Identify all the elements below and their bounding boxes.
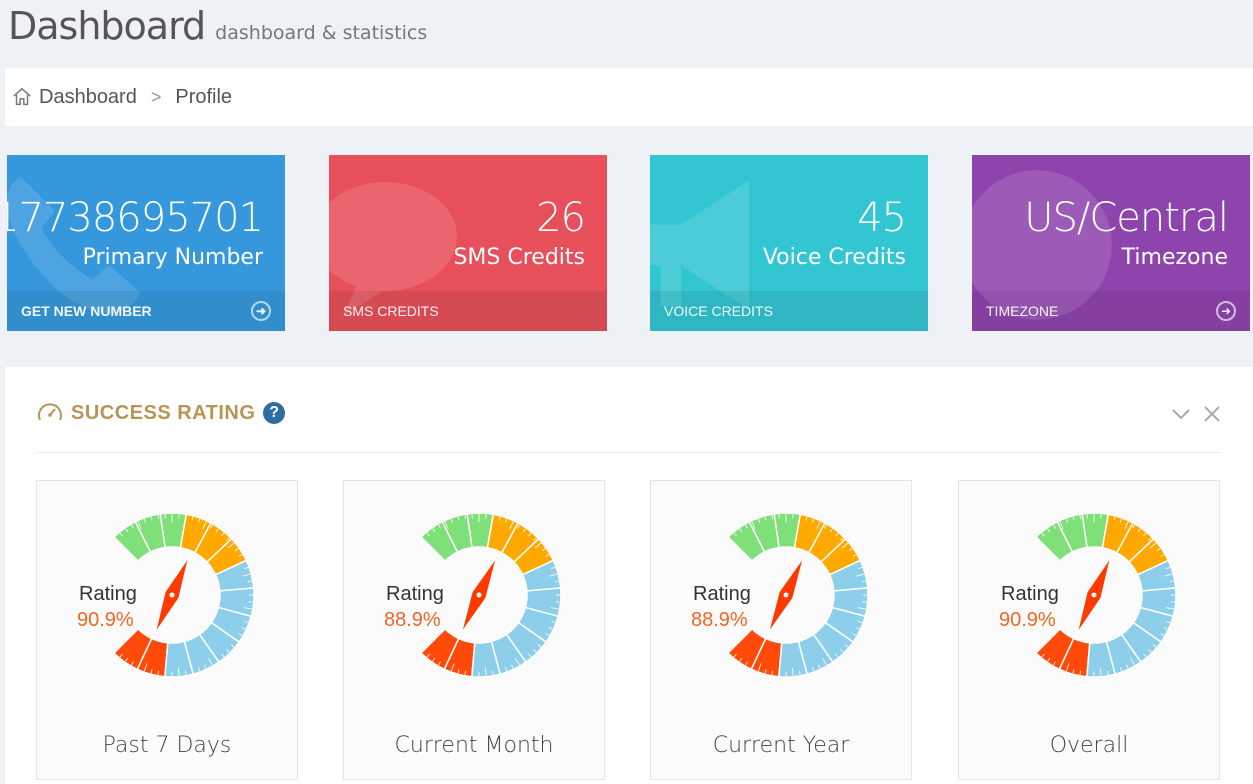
gauge-tick xyxy=(184,515,187,520)
rating-label: Rating xyxy=(386,583,444,605)
stat-number: 45 xyxy=(857,195,907,241)
rating-value: 88.9% xyxy=(691,609,748,631)
period-label: Overall xyxy=(1049,733,1129,758)
rating-label: Rating xyxy=(1001,583,1059,605)
gauge-tick xyxy=(791,667,794,676)
rating-value: 88.9% xyxy=(384,609,441,631)
gauge-tick xyxy=(1079,670,1082,675)
breadcrumb: Dashboard > Profile xyxy=(5,68,1253,126)
stat-card-timezone: US/Central Timezone TIMEZONE ➜ xyxy=(972,155,1250,331)
portlet-header: SUCCESS RATING ? xyxy=(36,397,1222,453)
gauge-tick xyxy=(554,580,559,583)
gauge-tick xyxy=(484,667,487,676)
stat-description: Primary Number xyxy=(82,245,263,270)
gauge-tick xyxy=(1079,515,1082,520)
gauge-tick xyxy=(491,515,494,520)
rating-label: Rating xyxy=(693,583,751,605)
portlet-title: SUCCESS RATING xyxy=(71,401,256,424)
gauge-tick xyxy=(464,670,467,675)
gauge-tick xyxy=(798,515,801,520)
gauge-needle-pivot xyxy=(476,592,482,598)
stat-number: 26 xyxy=(536,195,586,241)
stat-link-label: GET NEW NUMBER xyxy=(21,303,152,319)
gauge-needle-pivot xyxy=(1091,592,1097,598)
gauge-tick xyxy=(157,670,160,675)
gauge-tick xyxy=(1106,670,1109,675)
rating-label: Rating xyxy=(79,583,137,605)
gauge-tick xyxy=(247,580,252,583)
portlet-tools xyxy=(1170,403,1222,425)
get-new-number-link[interactable]: GET NEW NUMBER ➜ xyxy=(7,291,285,331)
stat-link-label: SMS CREDITS xyxy=(343,303,439,319)
stat-description: Voice Credits xyxy=(762,245,906,270)
gauge-card-overall: Rating 90.9% Overall xyxy=(958,480,1220,780)
gauge-card-past-7-days: Rating 90.9% Past 7 Days xyxy=(36,480,298,780)
period-label: Current Year xyxy=(712,733,850,758)
gauge-tick xyxy=(157,515,160,520)
page-subtitle: dashboard & statistics xyxy=(215,22,428,44)
stat-card-primary-number: 17738695701 Primary Number GET NEW NUMBE… xyxy=(7,155,285,331)
gauge-needle-pivot xyxy=(169,592,175,598)
gauge-tick xyxy=(771,515,774,520)
gauge-tick xyxy=(861,580,866,583)
page-heading: Dashboard xyxy=(8,4,206,48)
speedometer-icon xyxy=(38,403,62,421)
gauge-card-current-month: Rating 88.9% Current Month xyxy=(343,480,605,780)
sms-credits-link[interactable]: SMS CREDITS xyxy=(329,291,607,331)
gauge-tick xyxy=(464,515,467,520)
timezone-link[interactable]: TIMEZONE ➜ xyxy=(972,291,1250,331)
gauge-tick xyxy=(177,667,180,676)
help-icon[interactable]: ? xyxy=(263,402,286,424)
portlet-caption: SUCCESS RATING ? xyxy=(36,400,286,426)
close-icon[interactable] xyxy=(1202,403,1222,425)
gauge-tick xyxy=(798,670,801,675)
voice-credits-link[interactable]: VOICE CREDITS xyxy=(650,291,928,331)
collapse-icon[interactable] xyxy=(1170,403,1192,425)
arrow-right-circle-icon: ➜ xyxy=(251,301,271,321)
gauge-tick xyxy=(1099,667,1102,676)
breadcrumb-item-dashboard[interactable]: Dashboard xyxy=(39,86,137,109)
gauge-tick xyxy=(771,670,774,675)
period-label: Past 7 Days xyxy=(102,733,232,758)
home-icon[interactable] xyxy=(11,86,33,108)
gauge-needle-pivot xyxy=(783,592,789,598)
stat-description: Timezone xyxy=(1121,245,1228,270)
period-label: Current Month xyxy=(394,733,554,758)
breadcrumb-item-profile: Profile xyxy=(175,85,233,108)
rating-value: 90.9% xyxy=(77,609,134,631)
stat-link-label: VOICE CREDITS xyxy=(664,303,773,319)
arrow-right-circle-icon: ➜ xyxy=(1216,301,1236,321)
gauge-tick xyxy=(184,670,187,675)
success-rating-portlet: SUCCESS RATING ? Rating 90.9% Past 7 Day… xyxy=(5,367,1253,784)
gauge-card-current-year: Rating 88.9% Current Year xyxy=(650,480,912,780)
stat-card-voice-credits: 45 Voice Credits VOICE CREDITS xyxy=(650,155,928,331)
rating-value: 90.9% xyxy=(999,609,1056,631)
stat-number: 17738695701 xyxy=(7,195,264,241)
stat-description: SMS Credits xyxy=(453,245,585,270)
stat-card-sms-credits: 26 SMS Credits SMS CREDITS xyxy=(329,155,607,331)
page-title: Dashboard dashboard & statistics xyxy=(8,0,427,62)
stat-link-label: TIMEZONE xyxy=(986,303,1059,319)
gauge-tick xyxy=(1106,515,1109,520)
gauge-tick xyxy=(1169,580,1174,583)
breadcrumb-separator: > xyxy=(150,86,162,107)
stat-number: US/Central xyxy=(1024,195,1229,241)
gauge-tick xyxy=(491,670,494,675)
